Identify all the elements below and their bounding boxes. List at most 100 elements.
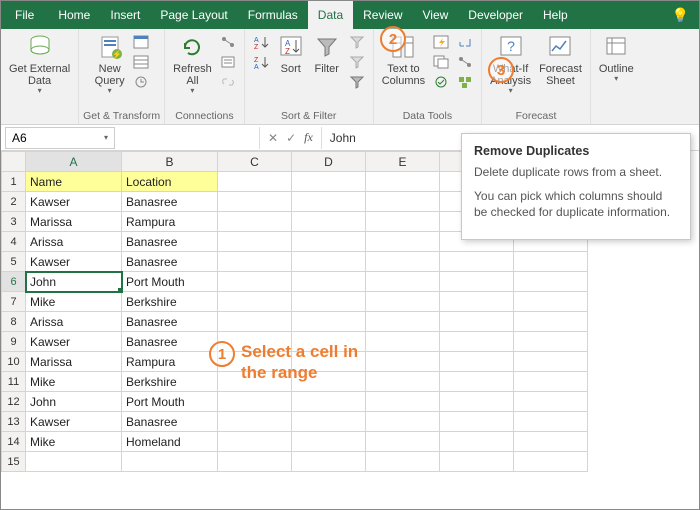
cell[interactable] — [440, 272, 514, 292]
cell[interactable]: Banasree — [122, 412, 218, 432]
cell[interactable] — [440, 352, 514, 372]
row-header[interactable]: 14 — [2, 432, 26, 452]
get-external-data-button[interactable]: Get External Data ▾ — [5, 31, 74, 98]
cell[interactable] — [514, 352, 588, 372]
show-queries-icon[interactable] — [131, 33, 151, 51]
row-header[interactable]: 3 — [2, 212, 26, 232]
cell[interactable] — [366, 252, 440, 272]
edit-links-icon[interactable] — [218, 73, 238, 91]
cell[interactable] — [26, 452, 122, 472]
menu-tab-insert[interactable]: Insert — [100, 1, 150, 29]
cell[interactable]: Arissa — [26, 312, 122, 332]
cell[interactable] — [292, 232, 366, 252]
column-header[interactable]: C — [218, 152, 292, 172]
row-header[interactable]: 1 — [2, 172, 26, 192]
column-header[interactable]: B — [122, 152, 218, 172]
cell[interactable] — [292, 432, 366, 452]
remove-duplicates-icon[interactable] — [431, 53, 451, 71]
sort-button[interactable]: AZ Sort — [273, 31, 309, 77]
cell[interactable] — [366, 352, 440, 372]
sort-asc-icon[interactable]: AZ — [251, 33, 271, 51]
cell[interactable] — [514, 312, 588, 332]
cell[interactable]: John — [26, 272, 122, 292]
row-header[interactable]: 2 — [2, 192, 26, 212]
row-header[interactable]: 9 — [2, 332, 26, 352]
cell[interactable] — [122, 452, 218, 472]
cell[interactable] — [218, 252, 292, 272]
menu-tab-formulas[interactable]: Formulas — [238, 1, 308, 29]
cell[interactable] — [440, 332, 514, 352]
name-box[interactable]: A6 ▾ — [5, 127, 115, 149]
menu-tab-review[interactable]: Review — [353, 1, 412, 29]
cell[interactable]: Banasree — [122, 232, 218, 252]
menu-tab-page-layout[interactable]: Page Layout — [150, 1, 237, 29]
cell[interactable] — [292, 292, 366, 312]
cell[interactable]: Marissa — [26, 212, 122, 232]
cell[interactable] — [292, 172, 366, 192]
cell[interactable] — [218, 412, 292, 432]
cell[interactable] — [514, 372, 588, 392]
data-validation-icon[interactable] — [431, 73, 451, 91]
cell[interactable]: Banasree — [122, 332, 218, 352]
cell[interactable] — [366, 212, 440, 232]
cell[interactable] — [440, 292, 514, 312]
cell[interactable]: John — [26, 392, 122, 412]
cell[interactable] — [218, 432, 292, 452]
cell[interactable] — [514, 272, 588, 292]
formula-value[interactable]: John — [322, 131, 364, 145]
outline-button[interactable]: Outline ▾ — [595, 31, 638, 86]
cell[interactable] — [366, 292, 440, 312]
fx-icon[interactable]: fx — [304, 130, 313, 145]
cell[interactable] — [366, 452, 440, 472]
dropdown-icon[interactable]: ▾ — [104, 133, 108, 142]
recent-sources-icon[interactable] — [131, 73, 151, 91]
cell[interactable] — [440, 252, 514, 272]
consolidate-icon[interactable] — [455, 33, 475, 51]
cell[interactable] — [292, 192, 366, 212]
clear-filter-icon[interactable] — [347, 33, 367, 51]
cell[interactable] — [366, 392, 440, 412]
cell[interactable] — [514, 392, 588, 412]
cell[interactable] — [366, 312, 440, 332]
cell[interactable] — [292, 252, 366, 272]
cell[interactable] — [366, 332, 440, 352]
cell[interactable] — [366, 372, 440, 392]
cell[interactable] — [514, 412, 588, 432]
cell[interactable] — [292, 272, 366, 292]
cell[interactable] — [514, 292, 588, 312]
new-query-button[interactable]: ⚡ New Query ▾ — [91, 31, 129, 98]
cell[interactable]: Banasree — [122, 192, 218, 212]
cell[interactable] — [218, 172, 292, 192]
row-header[interactable]: 5 — [2, 252, 26, 272]
column-header[interactable]: E — [366, 152, 440, 172]
cell[interactable]: Homeland — [122, 432, 218, 452]
cell[interactable] — [440, 372, 514, 392]
advanced-filter-icon[interactable] — [347, 73, 367, 91]
cell[interactable] — [440, 312, 514, 332]
cell[interactable] — [218, 232, 292, 252]
cell[interactable]: Port Mouth — [122, 272, 218, 292]
column-header[interactable]: D — [292, 152, 366, 172]
cell[interactable] — [366, 192, 440, 212]
menu-tab-home[interactable]: Home — [48, 1, 100, 29]
menu-tab-developer[interactable]: Developer — [458, 1, 533, 29]
cell[interactable]: Location — [122, 172, 218, 192]
cell[interactable]: Mike — [26, 432, 122, 452]
cell[interactable] — [366, 412, 440, 432]
cell[interactable]: Berkshire — [122, 372, 218, 392]
filter-button[interactable]: Filter — [309, 31, 345, 77]
menu-tab-view[interactable]: View — [413, 1, 459, 29]
manage-data-model-icon[interactable] — [455, 73, 475, 91]
cell[interactable] — [292, 452, 366, 472]
cell[interactable] — [440, 432, 514, 452]
menu-tab-help[interactable]: Help — [533, 1, 578, 29]
cell[interactable]: Kawser — [26, 192, 122, 212]
cell[interactable] — [218, 452, 292, 472]
cell[interactable] — [218, 392, 292, 412]
cell[interactable] — [218, 272, 292, 292]
cell[interactable]: Berkshire — [122, 292, 218, 312]
cell[interactable] — [366, 432, 440, 452]
cell[interactable] — [440, 392, 514, 412]
row-header[interactable]: 13 — [2, 412, 26, 432]
row-header[interactable]: 6 — [2, 272, 26, 292]
